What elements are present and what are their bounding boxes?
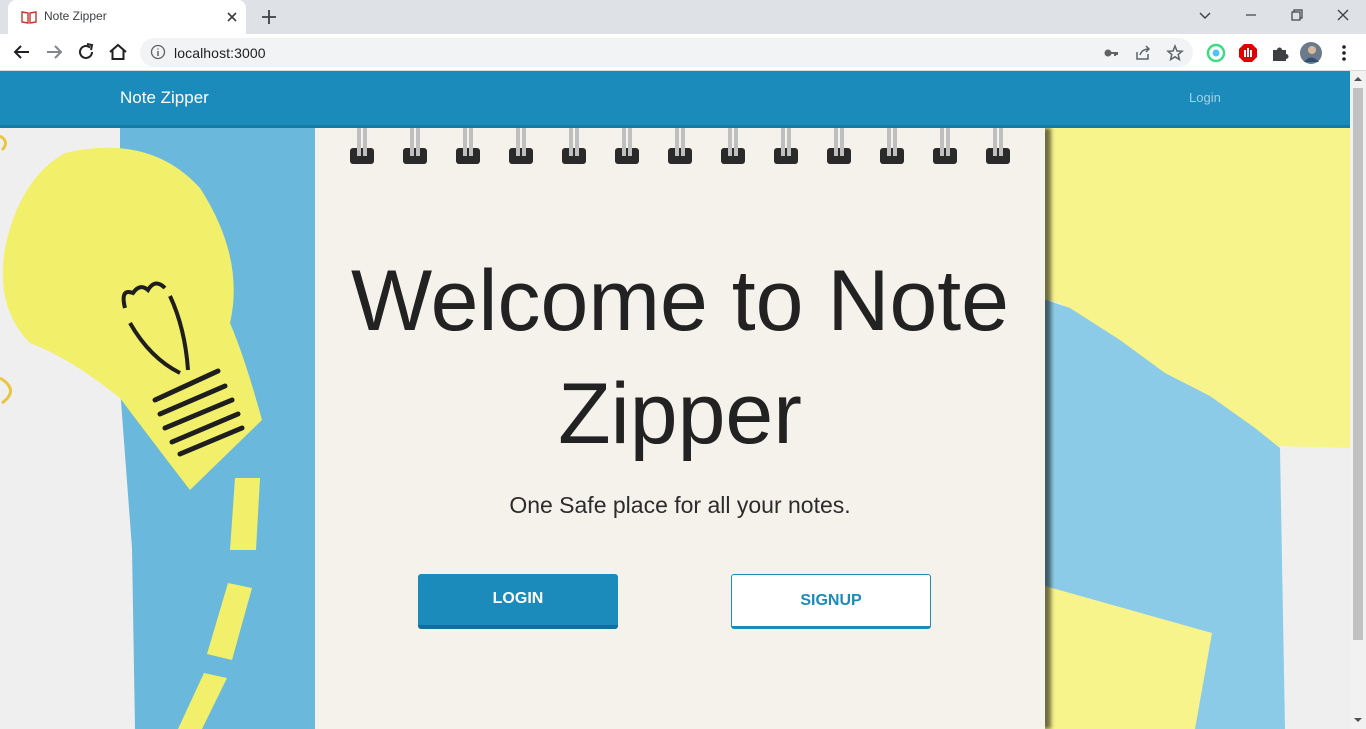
scroll-up-arrow-icon[interactable] (1354, 75, 1362, 83)
home-icon[interactable] (107, 41, 129, 63)
close-window-icon[interactable] (1334, 6, 1352, 24)
browser-tab[interactable]: Note Zipper (8, 0, 246, 34)
browser-toolbar: localhost:3000 (0, 34, 1366, 71)
navbar-brand[interactable]: Note Zipper (120, 88, 209, 108)
extension-icon[interactable] (1205, 42, 1227, 64)
hero-tagline: One Safe place for all your notes. (509, 492, 851, 518)
login-button[interactable]: LOGIN (418, 574, 618, 629)
signup-button[interactable]: SIGNUP (731, 574, 931, 629)
hero-heading: Welcome to Note Zipper (350, 253, 1010, 462)
share-icon[interactable] (1134, 44, 1152, 62)
notebook-favicon-icon (21, 11, 37, 24)
spiral-binding (350, 128, 1010, 164)
puzzle-icon[interactable] (1269, 42, 1291, 64)
info-icon[interactable] (150, 44, 166, 60)
tab-title: Note Zipper (44, 9, 107, 23)
hero-section: Welcome to Note Zipper One Safe place fo… (0, 128, 1350, 729)
minimize-icon[interactable] (1242, 6, 1260, 24)
browser-tab-bar: Note Zipper (0, 0, 1366, 34)
forward-arrow-icon[interactable] (43, 41, 65, 63)
back-arrow-icon[interactable] (11, 41, 33, 63)
reload-icon[interactable] (75, 41, 97, 63)
key-icon[interactable] (1102, 44, 1120, 62)
scrollbar-thumb[interactable] (1353, 88, 1363, 640)
close-icon[interactable] (224, 9, 240, 25)
restore-icon[interactable] (1288, 6, 1306, 24)
plus-icon[interactable] (260, 8, 278, 26)
url-text[interactable]: localhost:3000 (174, 45, 266, 61)
page-scrollbar[interactable] (1350, 71, 1366, 729)
navbar: Note Zipper Login (0, 71, 1350, 128)
star-icon[interactable] (1166, 44, 1184, 62)
chevron-down-icon[interactable] (1196, 6, 1214, 24)
avatar[interactable] (1300, 42, 1322, 64)
page-viewport: Note Zipper Login Welcome to Note Zipper… (0, 71, 1350, 729)
notebook-card: Welcome to Note Zipper One Safe place fo… (315, 128, 1045, 729)
address-bar[interactable]: localhost:3000 (140, 38, 1193, 67)
scroll-down-arrow-icon[interactable] (1354, 716, 1362, 724)
nav-login-link[interactable]: Login (1189, 90, 1221, 105)
kebab-menu-icon[interactable] (1333, 42, 1355, 64)
adblock-icon[interactable] (1237, 42, 1259, 64)
